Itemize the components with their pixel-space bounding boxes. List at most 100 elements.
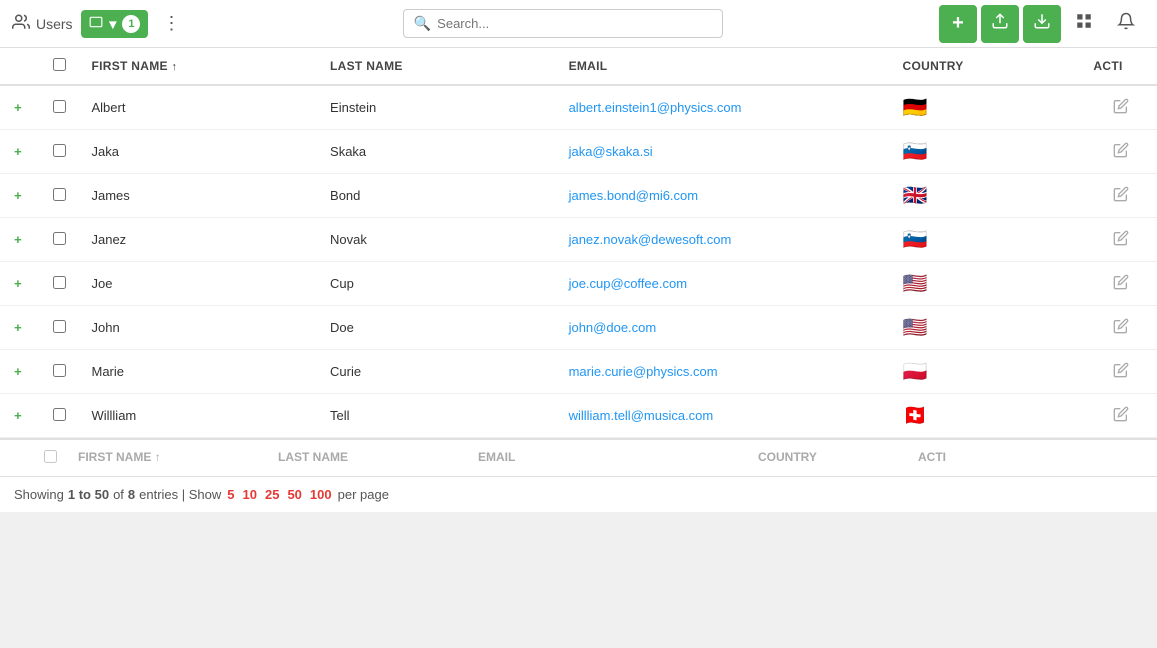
header-action: ACTI (1085, 48, 1157, 85)
edit-icon[interactable] (1113, 233, 1129, 249)
row-checkbox[interactable] (53, 320, 66, 333)
header-country[interactable]: COUNTRY (895, 48, 1086, 85)
row-action-cell (1085, 218, 1157, 262)
per-page-10[interactable]: 10 (243, 487, 257, 502)
edit-icon[interactable] (1113, 409, 1129, 425)
row-add-btn[interactable]: + (0, 218, 36, 262)
toolbar: Users ▼ 1 ⋮ 🔍 + (0, 0, 1157, 48)
country-flag: 🇩🇪 (903, 97, 928, 119)
pagination-row: Showing 1 to 50 of 8 entries | Show 5 10… (0, 477, 1157, 512)
more-options-button[interactable]: ⋮ (156, 9, 186, 38)
row-country: 🇨🇭 (895, 394, 1086, 438)
add-icon: + (952, 12, 964, 35)
row-checkbox[interactable] (53, 276, 66, 289)
edit-icon[interactable] (1113, 321, 1129, 337)
row-action-cell (1085, 130, 1157, 174)
row-add-btn[interactable]: + (0, 306, 36, 350)
footer-action: ACTI (910, 440, 970, 476)
row-email: albert.einstein1@physics.com (561, 85, 895, 130)
row-last-name: Einstein (322, 85, 561, 130)
filter-badge: 1 (122, 15, 140, 33)
bell-icon (1117, 12, 1135, 35)
search-input[interactable] (437, 16, 712, 31)
edit-icon[interactable] (1113, 189, 1129, 205)
edit-icon[interactable] (1113, 101, 1129, 117)
row-checkbox-cell (36, 350, 84, 394)
edit-icon[interactable] (1113, 365, 1129, 381)
row-country: 🇸🇮 (895, 218, 1086, 262)
row-email: janez.novak@dewesoft.com (561, 218, 895, 262)
country-flag: 🇸🇮 (903, 141, 928, 163)
country-flag: 🇺🇸 (903, 273, 928, 295)
table-row: + Marie Curie marie.curie@physics.com 🇵🇱 (0, 350, 1157, 394)
row-checkbox-cell (36, 394, 84, 438)
grid-view-button[interactable] (1065, 5, 1103, 43)
edit-icon[interactable] (1113, 145, 1129, 161)
footer-header-row: FIRST NAME ↑ LAST NAME EMAIL COUNTRY ACT… (0, 440, 1157, 477)
per-page-50[interactable]: 50 (287, 487, 301, 502)
row-add-btn[interactable]: + (0, 350, 36, 394)
of-text: of (113, 487, 124, 502)
row-add-btn[interactable]: + (0, 262, 36, 306)
row-checkbox[interactable] (53, 232, 66, 245)
footer-add-col (0, 440, 30, 476)
header-first-name[interactable]: FIRST NAME ↑ (83, 48, 322, 85)
edit-icon[interactable] (1113, 277, 1129, 293)
footer-select-all-checkbox[interactable] (44, 450, 57, 463)
row-checkbox-cell (36, 85, 84, 130)
row-action-cell (1085, 85, 1157, 130)
header-email[interactable]: EMAIL (561, 48, 895, 85)
row-checkbox-cell (36, 174, 84, 218)
showing-text: Showing (14, 487, 64, 502)
export-icon (1033, 12, 1051, 35)
per-page-100[interactable]: 100 (310, 487, 332, 502)
filter-button[interactable]: ▼ 1 (81, 10, 149, 38)
row-checkbox[interactable] (53, 100, 66, 113)
row-checkbox-cell (36, 262, 84, 306)
table-row: + Jaka Skaka jaka@skaka.si 🇸🇮 (0, 130, 1157, 174)
per-page-25[interactable]: 25 (265, 487, 279, 502)
footer-first-name[interactable]: FIRST NAME ↑ (70, 440, 270, 476)
row-add-btn[interactable]: + (0, 130, 36, 174)
sort-asc-icon: ↑ (171, 61, 177, 73)
notifications-button[interactable] (1107, 5, 1145, 43)
users-nav[interactable]: Users (12, 13, 73, 34)
table-row: + Janez Novak janez.novak@dewesoft.com 🇸… (0, 218, 1157, 262)
row-first-name: Joe (83, 262, 322, 306)
footer-email[interactable]: EMAIL (470, 440, 750, 476)
header-last-name[interactable]: LAST NAME (322, 48, 561, 85)
row-email: joe.cup@coffee.com (561, 262, 895, 306)
footer-last-name[interactable]: LAST NAME (270, 440, 470, 476)
table-footer: FIRST NAME ↑ LAST NAME EMAIL COUNTRY ACT… (0, 438, 1157, 512)
header-checkbox-col (36, 48, 84, 85)
toolbar-actions: + (939, 5, 1145, 43)
row-email: john@doe.com (561, 306, 895, 350)
data-table: FIRST NAME ↑ LAST NAME EMAIL COUNTRY ACT… (0, 48, 1157, 512)
row-email: marie.curie@physics.com (561, 350, 895, 394)
export-button[interactable] (1023, 5, 1061, 43)
row-checkbox[interactable] (53, 144, 66, 157)
row-add-btn[interactable]: + (0, 394, 36, 438)
row-action-cell (1085, 394, 1157, 438)
row-country: 🇺🇸 (895, 306, 1086, 350)
row-checkbox[interactable] (53, 408, 66, 421)
row-checkbox-cell (36, 306, 84, 350)
row-add-btn[interactable]: + (0, 85, 36, 130)
row-last-name: Doe (322, 306, 561, 350)
footer-country[interactable]: COUNTRY (750, 440, 910, 476)
per-page-5[interactable]: 5 (227, 487, 234, 502)
row-checkbox[interactable] (53, 364, 66, 377)
row-action-cell (1085, 174, 1157, 218)
row-checkbox[interactable] (53, 188, 66, 201)
row-country: 🇵🇱 (895, 350, 1086, 394)
row-action-cell (1085, 350, 1157, 394)
row-last-name: Tell (322, 394, 561, 438)
select-all-checkbox[interactable] (53, 58, 66, 71)
table-header-row: FIRST NAME ↑ LAST NAME EMAIL COUNTRY ACT… (0, 48, 1157, 85)
entries-text: entries | Show (139, 487, 221, 502)
table-row: + Joe Cup joe.cup@coffee.com 🇺🇸 (0, 262, 1157, 306)
import-button[interactable] (981, 5, 1019, 43)
row-add-btn[interactable]: + (0, 174, 36, 218)
users-icon (12, 13, 30, 34)
add-button[interactable]: + (939, 5, 977, 43)
